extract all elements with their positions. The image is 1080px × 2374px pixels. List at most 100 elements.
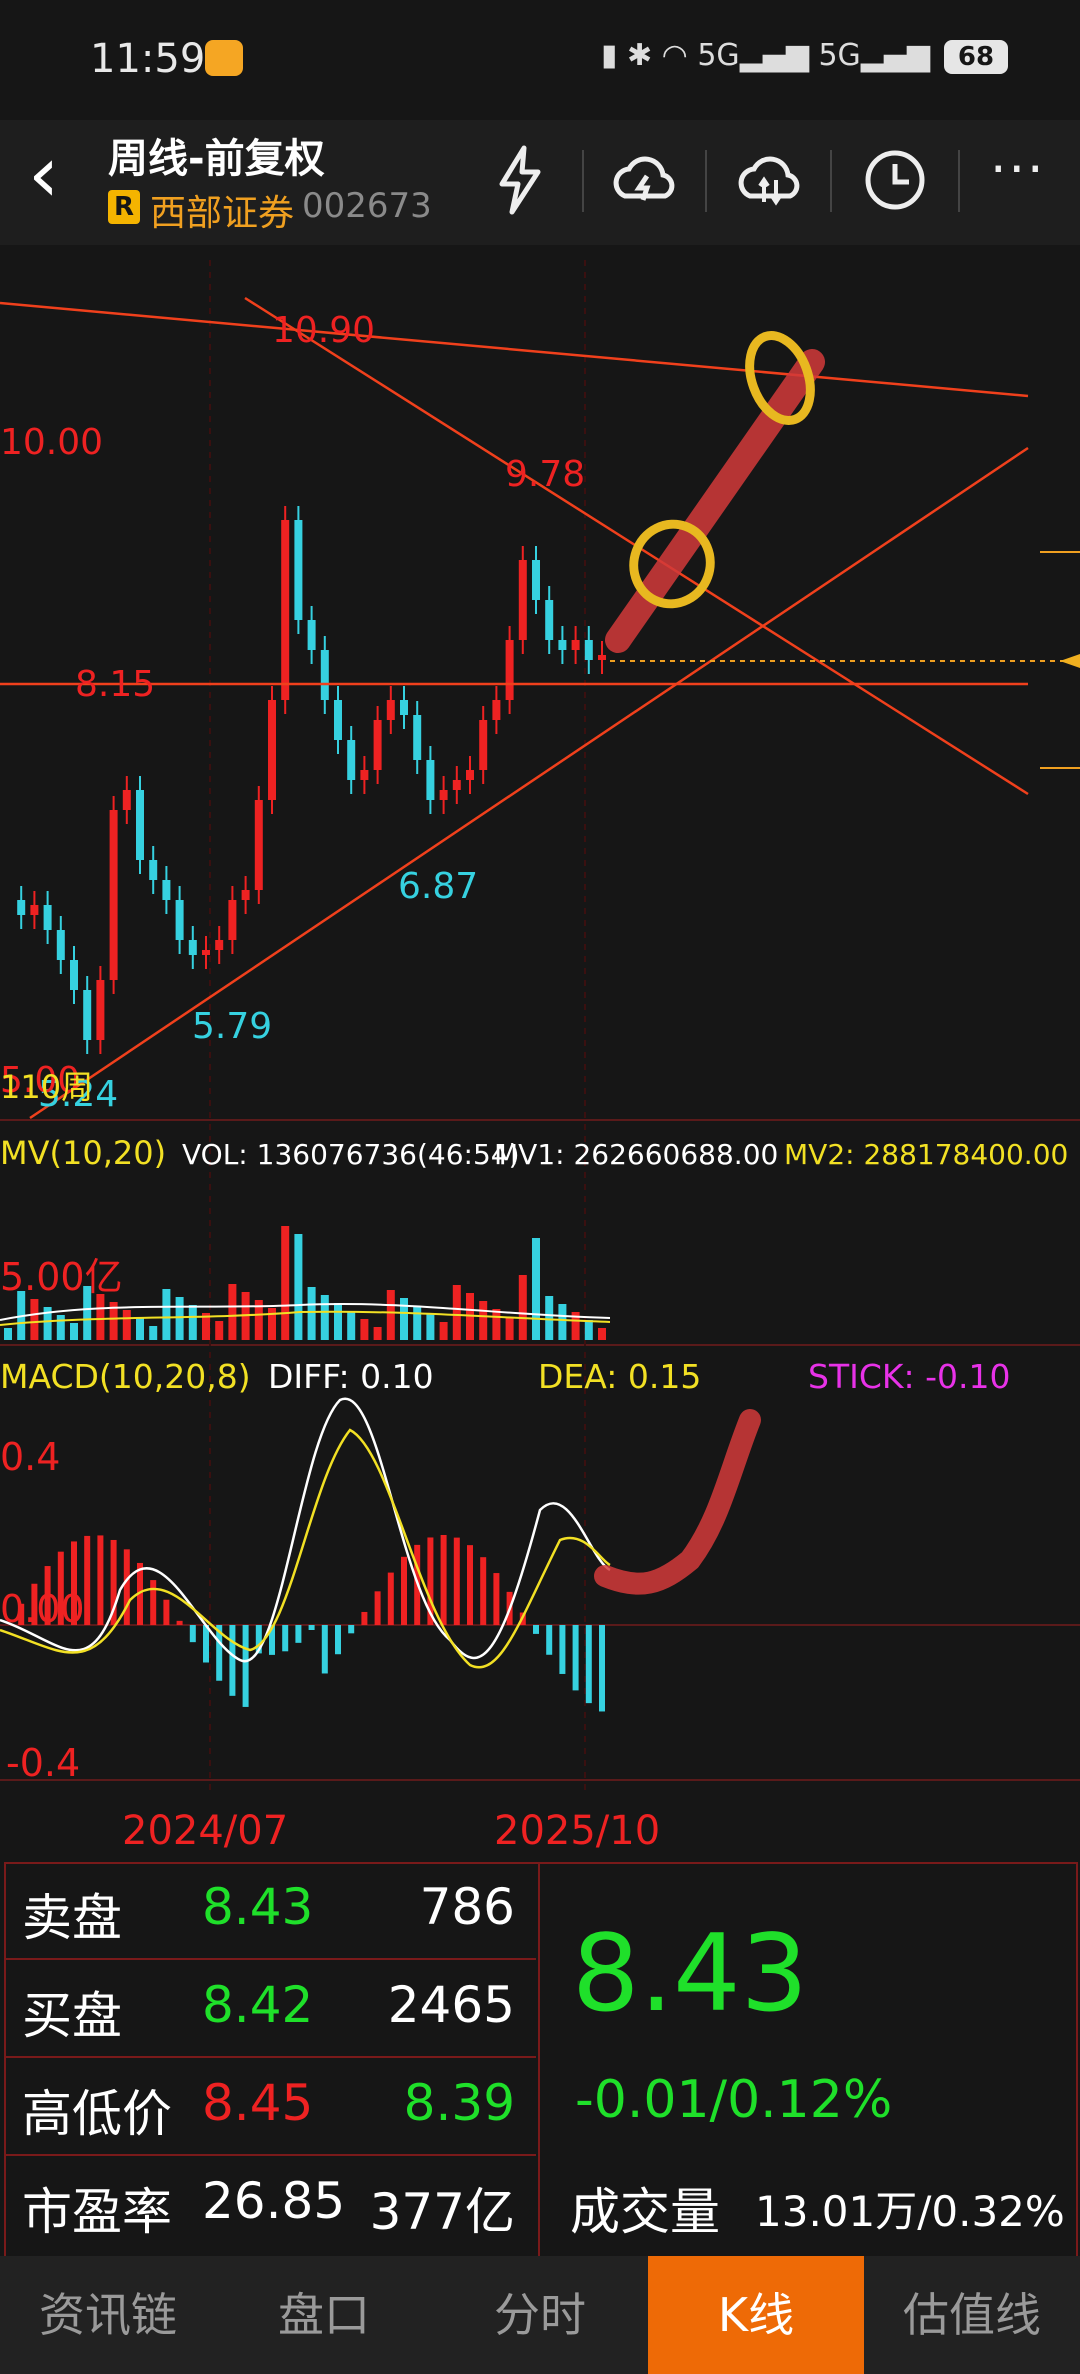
macd-bar (295, 1625, 302, 1643)
volume-bar (505, 1317, 514, 1340)
candle-body (83, 990, 92, 1040)
volume-bar (413, 1306, 422, 1340)
candle-body (122, 790, 131, 810)
volume-bar (162, 1289, 171, 1340)
macd-bar (480, 1557, 487, 1625)
volume-bar (30, 1299, 39, 1340)
candle-body (17, 900, 26, 915)
macd-title: MACD(10,20,8) (0, 1357, 251, 1396)
candle-body (175, 900, 184, 940)
macd-bar (242, 1625, 249, 1707)
candle-body (400, 700, 408, 715)
volume-bar (479, 1301, 488, 1340)
volume-mv1: MV1: 262660688.00 (494, 1138, 778, 1171)
tab-news-chain[interactable]: 资讯链 (0, 2256, 216, 2374)
candle-body (479, 720, 488, 770)
low-label-579: 5.79 (192, 1006, 272, 1047)
volume-bar (518, 1275, 527, 1340)
buy-price: 8.42 (202, 1976, 314, 2034)
macd-stick: STICK: -0.10 (808, 1357, 1011, 1396)
macd-dea: DEA: 0.15 (538, 1357, 701, 1396)
macd-bar (599, 1625, 605, 1712)
back-arrow-icon[interactable]: ‹ (28, 136, 59, 214)
volume-bar (598, 1328, 606, 1340)
volume-bar (70, 1323, 78, 1340)
macd-bar (229, 1625, 236, 1696)
volume-bar (532, 1238, 540, 1340)
candle-body (70, 960, 78, 990)
divider (705, 150, 707, 212)
candle-body (241, 890, 250, 900)
tab-order-book[interactable]: 盘口 (216, 2256, 432, 2374)
candle-body (334, 700, 342, 740)
macd-bar (546, 1625, 553, 1655)
candle-body (294, 520, 303, 620)
divider (958, 150, 960, 212)
tab-intraday[interactable]: 分时 (432, 2256, 648, 2374)
candle-body (320, 650, 329, 700)
candle-body (584, 640, 593, 660)
volume-axis: 5.00亿 (0, 1255, 123, 1299)
flash-icon[interactable] (480, 140, 560, 220)
sell-price: 8.43 (202, 1878, 314, 1936)
macd-bar (453, 1537, 460, 1625)
cloud-sync-icon[interactable] (730, 140, 810, 220)
pe-value: 26.85 (202, 2172, 346, 2230)
volume-bar (400, 1298, 408, 1340)
candle-body (558, 640, 567, 650)
volume-bar (347, 1311, 356, 1340)
candle-body (281, 520, 290, 700)
cloud-flash-icon[interactable] (605, 140, 685, 220)
candle-body (215, 940, 224, 950)
volume-bar (558, 1304, 567, 1340)
candle-body (149, 860, 158, 880)
tab-valuation[interactable]: 估值线 (864, 2256, 1080, 2374)
clock-icon[interactable] (855, 140, 935, 220)
pe-label: 市盈率 (22, 2183, 172, 2241)
volume-bar (281, 1226, 290, 1340)
volume-bar (373, 1327, 382, 1340)
candle-body (96, 980, 105, 1040)
high-low-label: 高低价 (22, 2085, 172, 2143)
volume-bar (96, 1294, 105, 1340)
volume-value: VOL: 136076736(46:54) (182, 1138, 520, 1171)
axis-label-10: 10.00 (0, 422, 103, 463)
volume-bar (215, 1321, 224, 1340)
candle-body (188, 940, 197, 955)
volume-bar (492, 1309, 501, 1340)
candle-body (136, 790, 144, 860)
volume-title: MV(10,20) (0, 1134, 166, 1172)
volume-bar (386, 1290, 395, 1340)
candle-body (492, 700, 501, 720)
candle-body (202, 950, 210, 955)
kline-chart[interactable]: 10.90 10.00 9.78 8.15 6.87 5.79 5.24 5.0… (0, 245, 1080, 1860)
high-price: 8.45 (202, 2074, 314, 2132)
macd-bar (533, 1625, 539, 1634)
volume-bar (188, 1305, 197, 1340)
divider (582, 150, 584, 212)
last-price: 8.43 (572, 1912, 809, 2035)
status-bar: 11:59 ▮ ✱ ◠ 5G▂▄▆ 5G▂▄▆ 68 (0, 0, 1080, 120)
macd-bar (189, 1625, 196, 1643)
more-icon[interactable]: ··· (990, 140, 1046, 200)
candle-body (598, 655, 606, 660)
volume-bar (426, 1314, 435, 1340)
date-label-1: 2024/07 (122, 1808, 288, 1854)
candle-body (109, 810, 118, 980)
candle-body (268, 700, 276, 800)
macd-bar (308, 1625, 315, 1630)
macd-bar (401, 1556, 407, 1625)
turnover-label: 成交量 (570, 2183, 720, 2241)
macd-bar (374, 1591, 381, 1625)
period-label: 110周 (0, 1068, 93, 1106)
status-time: 11:59 (90, 36, 206, 82)
macd-bar (493, 1573, 500, 1625)
peak-label: 9.78 (505, 454, 585, 495)
candle-body (360, 770, 369, 780)
stock-name[interactable]: 西部证券 (150, 184, 294, 236)
tab-kline[interactable]: K线 (648, 2256, 864, 2374)
macd-bar (282, 1625, 289, 1652)
candle-body (545, 600, 554, 640)
candle-body (56, 930, 65, 960)
macd-bar (361, 1611, 368, 1625)
